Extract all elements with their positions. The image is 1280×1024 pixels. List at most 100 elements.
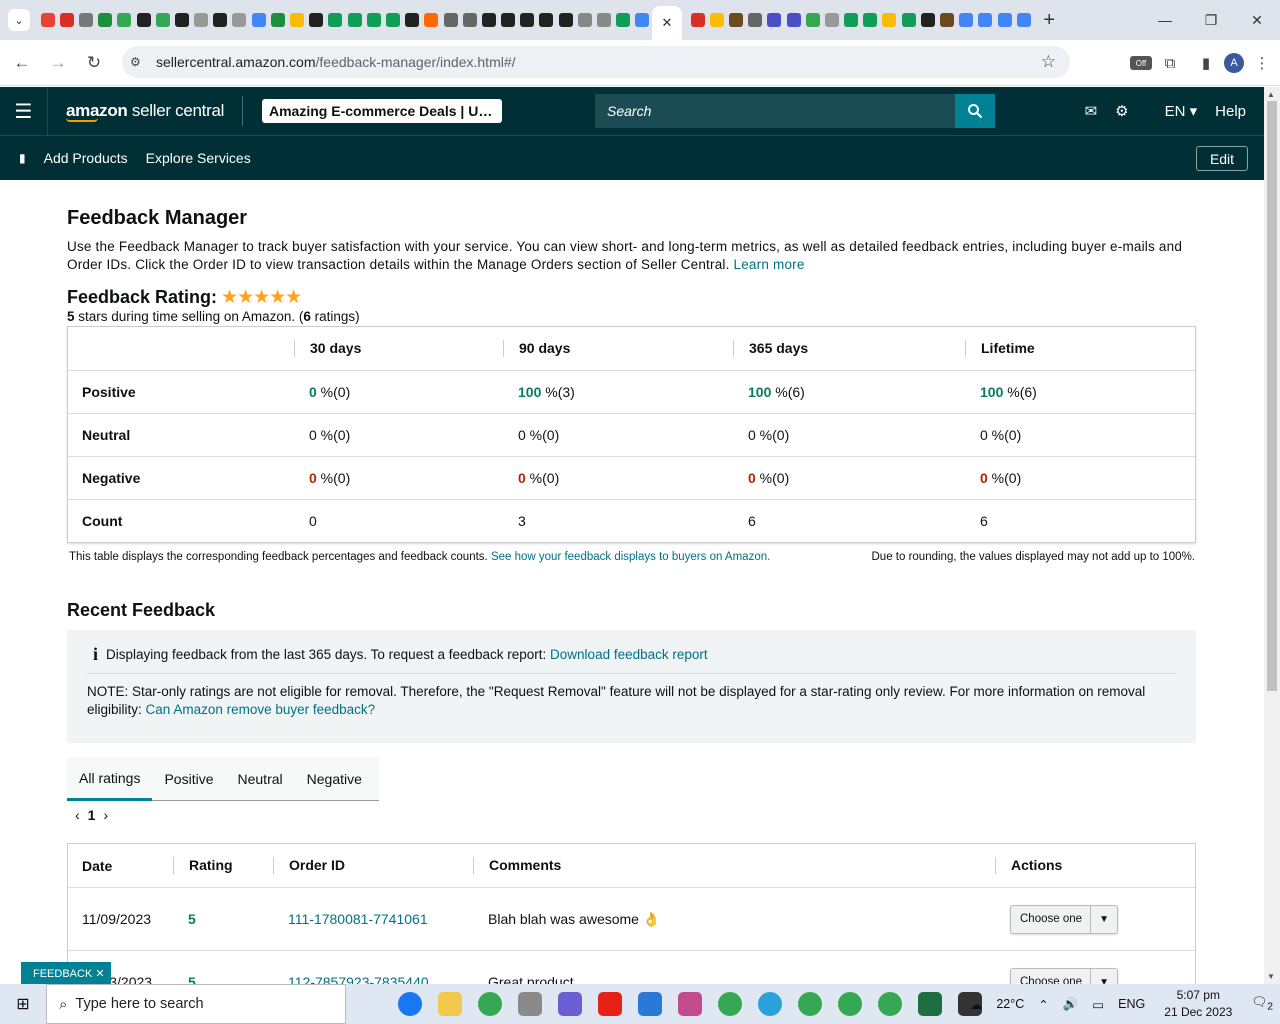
tab-favicon[interactable] — [232, 13, 247, 27]
remove-feedback-link[interactable]: Can Amazon remove buyer feedback? — [146, 702, 376, 717]
tab-favicon[interactable] — [959, 13, 974, 27]
tab-favicon[interactable] — [863, 13, 878, 27]
chrome-profile-icon[interactable] — [878, 992, 902, 1016]
close-window-icon[interactable]: ✕ — [1234, 0, 1280, 40]
site-info-icon[interactable]: ⚙ — [130, 55, 150, 69]
bookmark-icon[interactable]: ▮ — [19, 151, 26, 165]
file-explorer-icon[interactable] — [438, 992, 462, 1016]
language-selector[interactable]: EN ▾ — [1147, 102, 1198, 120]
column-order-id[interactable]: Order ID — [273, 857, 473, 874]
tab-favicon[interactable] — [98, 13, 113, 27]
prev-page-icon[interactable]: ‹ — [75, 807, 80, 823]
tab-favicon[interactable] — [213, 13, 228, 27]
tab-favicon[interactable] — [328, 13, 343, 27]
tab-favicon[interactable] — [978, 13, 993, 27]
next-page-icon[interactable]: › — [103, 807, 108, 823]
snipping-tool-icon[interactable] — [678, 992, 702, 1016]
mail-icon[interactable]: ✉ — [1085, 102, 1098, 120]
tab-favicon[interactable] — [748, 13, 763, 27]
tab-negative[interactable]: Negative — [295, 757, 374, 801]
edit-button[interactable]: Edit — [1196, 146, 1248, 171]
chrome-profile-icon[interactable] — [838, 992, 862, 1016]
tray-overflow-icon[interactable]: ⌃ — [1038, 997, 1048, 1012]
store-selector[interactable]: Amazing E-commerce Deals | United States — [262, 99, 502, 123]
column-date[interactable]: Date — [68, 858, 173, 874]
tab-favicon[interactable] — [786, 13, 801, 27]
taskbar-search-input[interactable]: ⌕ Type here to search — [46, 984, 346, 1024]
tab-favicon[interactable] — [539, 13, 554, 27]
chrome-profile-icon[interactable] — [718, 992, 742, 1016]
bookmark-star-icon[interactable]: ☆ — [1041, 52, 1056, 72]
tab-neutral[interactable]: Neutral — [226, 757, 295, 801]
search-input[interactable]: Search — [595, 94, 955, 128]
new-tab-plus-icon[interactable]: + — [1043, 9, 1055, 32]
tab-favicon[interactable] — [481, 13, 496, 27]
chrome-profile-icon[interactable] — [798, 992, 822, 1016]
tab-favicon[interactable] — [767, 13, 782, 27]
action-dropdown[interactable]: Choose one ▼ — [1010, 904, 1118, 934]
tab-favicon[interactable] — [347, 13, 362, 27]
browser-menu-icon[interactable]: ⋮ — [1244, 54, 1280, 72]
reload-icon[interactable]: ↻ — [76, 45, 112, 81]
tab-favicon[interactable] — [78, 13, 93, 27]
tab-favicon[interactable] — [424, 13, 439, 27]
forward-arrow-icon[interactable]: → — [40, 45, 76, 81]
tab-favicon[interactable] — [901, 13, 916, 27]
learn-more-link[interactable]: Learn more — [734, 257, 805, 272]
tab-favicon[interactable] — [997, 13, 1012, 27]
tab-favicon[interactable] — [501, 13, 516, 27]
notifications-icon[interactable]: 🗨2 — [1251, 995, 1273, 1013]
windows-start-icon[interactable]: ⊞ — [0, 984, 46, 1024]
amazon-seller-central-logo[interactable]: amazon seller central — [66, 101, 224, 122]
tab-favicon[interactable] — [920, 13, 935, 27]
tab-favicon[interactable] — [155, 13, 170, 27]
chevron-down-icon[interactable]: ▼ — [1090, 905, 1117, 933]
tab-favicon[interactable] — [270, 13, 285, 27]
tab-favicon[interactable] — [844, 13, 859, 27]
extension-off-icon[interactable]: Off — [1130, 56, 1152, 70]
tab-favicon[interactable] — [597, 13, 612, 27]
nav-add-products[interactable]: Add Products — [44, 150, 128, 166]
tab-favicon[interactable] — [290, 13, 305, 27]
search-icon[interactable] — [955, 94, 995, 128]
tab-favicon[interactable] — [805, 13, 820, 27]
scroll-down-icon[interactable]: ▼ — [1267, 972, 1275, 981]
tab-positive[interactable]: Positive — [152, 757, 225, 801]
scroll-up-icon[interactable]: ▲ — [1267, 90, 1275, 99]
tab-favicon[interactable] — [940, 13, 955, 27]
active-tab-close-icon[interactable]: ✕ — [652, 6, 682, 40]
tab-favicon[interactable] — [405, 13, 420, 27]
tab-favicon[interactable] — [309, 13, 324, 27]
tab-favicon[interactable] — [443, 13, 458, 27]
tab-favicon[interactable] — [709, 13, 724, 27]
weather-icon[interactable]: ☁ — [970, 997, 983, 1012]
tab-favicon[interactable] — [40, 13, 55, 27]
temperature[interactable]: 22°C — [996, 997, 1024, 1011]
tab-favicon[interactable] — [385, 13, 400, 27]
tab-favicon[interactable] — [577, 13, 592, 27]
tab-search-icon[interactable]: ⌄ — [8, 9, 30, 31]
tab-favicon[interactable] — [520, 13, 535, 27]
clock[interactable]: 5:07 pm 21 Dec 2023 — [1164, 987, 1232, 1021]
restore-icon[interactable]: ❐ — [1188, 0, 1234, 40]
input-language[interactable]: ENG — [1118, 997, 1145, 1011]
tab-favicon[interactable] — [690, 13, 705, 27]
telegram-app-icon[interactable] — [758, 992, 782, 1016]
current-page[interactable]: 1 — [88, 807, 96, 823]
back-arrow-icon[interactable]: ← — [4, 45, 40, 81]
tab-favicon[interactable] — [251, 13, 266, 27]
youtube-app-icon[interactable] — [598, 992, 622, 1016]
tab-favicon[interactable] — [616, 13, 631, 27]
tab-favicon[interactable] — [558, 13, 573, 27]
feedback-floating-tab[interactable]: FEEDBACK ✕ — [21, 962, 111, 984]
copilot-app-icon[interactable] — [558, 992, 582, 1016]
settings-gear-icon[interactable]: ⚙ — [1115, 102, 1128, 120]
tab-favicon[interactable] — [194, 13, 209, 27]
tab-favicon[interactable] — [174, 13, 189, 27]
minimize-icon[interactable]: — — [1142, 0, 1188, 40]
help-link[interactable]: Help — [1215, 103, 1246, 120]
extensions-puzzle-icon[interactable]: ⧉ — [1152, 55, 1188, 72]
download-report-link[interactable]: Download feedback report — [550, 647, 708, 662]
profile-avatar[interactable]: A — [1224, 53, 1244, 73]
hamburger-menu-icon[interactable]: ☰ — [0, 87, 48, 135]
